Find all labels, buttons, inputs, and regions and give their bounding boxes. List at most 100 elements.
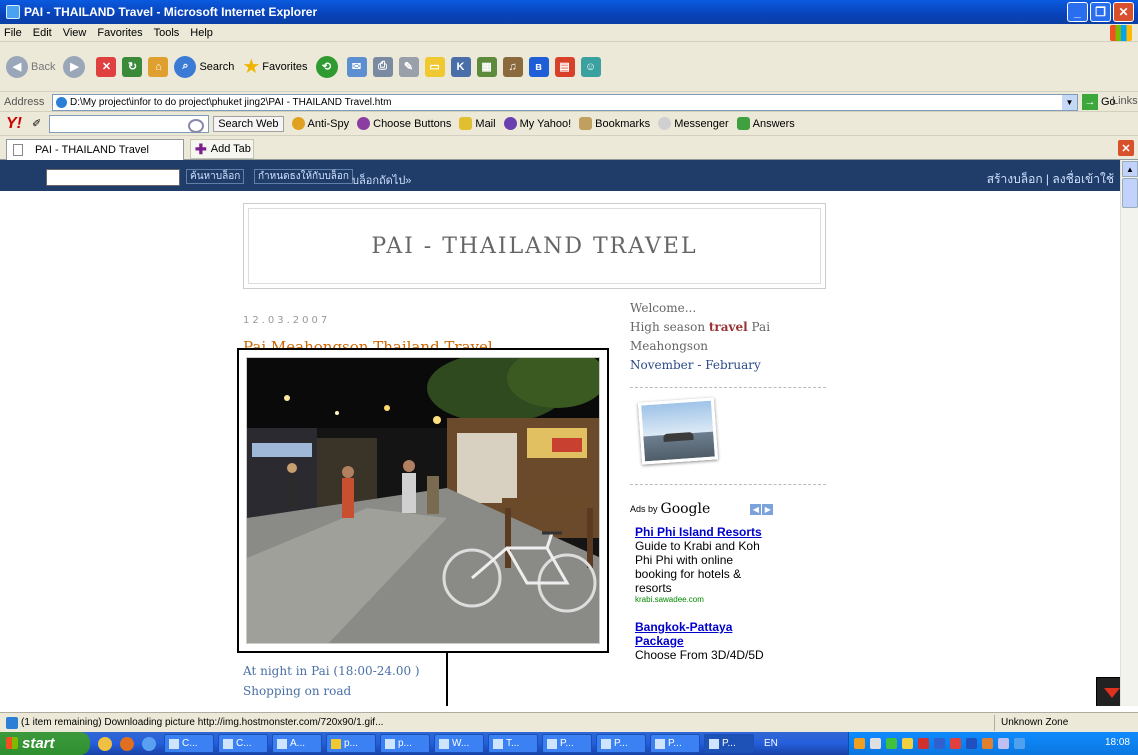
tool-icon[interactable]: ▤ xyxy=(554,56,575,77)
taskbar-item[interactable]: C... xyxy=(218,734,268,753)
menu-favorites[interactable]: Favorites xyxy=(97,27,142,39)
sidebar-thumbnail-image[interactable] xyxy=(637,397,719,465)
antispy-button[interactable]: Anti-Spy xyxy=(291,117,349,130)
ad-url[interactable]: krabi.sawadee.com xyxy=(635,595,765,604)
taskbar-item-active[interactable]: P... xyxy=(704,734,754,753)
firefox-icon[interactable] xyxy=(120,736,134,751)
taskbar-item[interactable]: p... xyxy=(380,734,430,753)
my-yahoo-button[interactable]: My Yahoo! xyxy=(503,117,571,130)
bluetooth-icon[interactable]: ʙ xyxy=(528,56,549,77)
post-photo[interactable] xyxy=(246,357,600,644)
choose-buttons-button[interactable]: Choose Buttons xyxy=(357,117,451,130)
go-arrow-icon: → xyxy=(1082,94,1098,110)
tray-icon[interactable] xyxy=(918,738,929,749)
scroll-up-icon[interactable]: ▲ xyxy=(1122,161,1138,177)
answers-button[interactable]: Answers xyxy=(736,117,795,130)
yahoo-logo-icon[interactable]: Y! xyxy=(6,115,22,133)
blog-title[interactable]: PAI - THAILAND TRAVEL xyxy=(371,234,697,259)
minimize-button[interactable]: _ xyxy=(1067,2,1088,22)
tray-icon[interactable] xyxy=(998,738,1009,749)
language-indicator[interactable]: EN xyxy=(764,738,778,749)
history-icon[interactable]: ⟲ xyxy=(315,55,338,78)
antispy-icon xyxy=(291,117,305,130)
favorites-button[interactable]: ★ Favorites xyxy=(242,54,307,79)
go-button[interactable]: → Go xyxy=(1082,94,1116,110)
links-button[interactable]: Links xyxy=(1112,95,1138,107)
refresh-icon[interactable]: ↻ xyxy=(122,56,143,77)
taskbar-item[interactable]: C... xyxy=(164,734,214,753)
tray-icon[interactable] xyxy=(854,738,865,749)
search-button[interactable]: ⌕ Search xyxy=(174,55,234,78)
messenger-icon[interactable]: K xyxy=(450,56,471,77)
add-tab-label: Add Tab xyxy=(210,143,251,155)
task-label: P... xyxy=(614,738,628,749)
home-icon[interactable]: ⌂ xyxy=(148,56,169,77)
next-blog-link[interactable]: บล็อกถัดไป» xyxy=(352,171,411,189)
tray-icon[interactable] xyxy=(870,738,881,749)
scroll-thumb[interactable] xyxy=(1122,178,1138,208)
google-logo[interactable]: Google xyxy=(661,501,711,517)
print-icon[interactable]: ⎙ xyxy=(372,56,393,77)
menu-view[interactable]: View xyxy=(63,27,87,39)
stop-icon[interactable]: ✕ xyxy=(96,56,117,77)
tray-icon[interactable] xyxy=(902,738,913,749)
blog-header-inner: PAI - THAILAND TRAVEL xyxy=(248,208,821,284)
taskbar-item[interactable]: P... xyxy=(542,734,592,753)
bookmarks-button[interactable]: Bookmarks xyxy=(579,117,650,130)
tray-icon[interactable] xyxy=(950,738,961,749)
tray-icon[interactable] xyxy=(886,738,897,749)
menu-file[interactable]: File xyxy=(4,27,22,39)
close-tab-icon[interactable]: ✕ xyxy=(1118,140,1134,156)
ad-item: Bangkok-Pattaya Package Choose From 3D/4… xyxy=(635,620,765,662)
messenger-button[interactable]: Messenger xyxy=(658,117,729,130)
window-title-bar[interactable]: PAI - THAILAND Travel - Microsoft Intern… xyxy=(0,0,1138,24)
address-input[interactable]: D:\My project\infor to do project\phuket… xyxy=(52,94,1078,111)
pencil-icon[interactable]: ✐ xyxy=(32,117,41,130)
search-web-button[interactable]: Search Web xyxy=(213,115,284,132)
ad-title[interactable]: Bangkok-Pattaya Package xyxy=(635,620,765,648)
scroll-down-arrow-icon[interactable] xyxy=(1096,677,1120,706)
mail-icon[interactable]: ✉ xyxy=(346,56,367,77)
search-blog-button[interactable]: ค้นหาบล็อก xyxy=(186,169,245,184)
media-icon[interactable]: ♫ xyxy=(502,56,523,77)
tray-icon[interactable] xyxy=(1014,738,1025,749)
clock[interactable]: 18:08 xyxy=(1105,737,1130,748)
blog-search-input[interactable] xyxy=(46,169,180,186)
tab-pai-thailand-travel[interactable]: PAI - THAILAND Travel xyxy=(6,139,184,160)
taskbar-item[interactable]: W... xyxy=(434,734,484,753)
ad-next-icon[interactable]: ▶ xyxy=(762,503,774,515)
ie-quicklaunch-icon[interactable] xyxy=(142,736,156,751)
flag-blog-button[interactable]: กำหนดธงให้กับบล็อก xyxy=(254,169,353,184)
close-button[interactable]: ✕ xyxy=(1113,2,1134,22)
add-tab-button[interactable]: ✚ Add Tab xyxy=(190,139,254,159)
mail-button[interactable]: Mail xyxy=(459,117,496,130)
taskbar-item[interactable]: P... xyxy=(596,734,646,753)
vertical-scrollbar[interactable]: ▲ xyxy=(1120,160,1138,706)
folder-icon[interactable]: ▭ xyxy=(424,56,445,77)
ad-prev-icon[interactable]: ◀ xyxy=(750,503,762,515)
yahoo-search-input[interactable] xyxy=(49,114,210,133)
research-icon[interactable]: ▦ xyxy=(476,56,497,77)
taskbar-item[interactable]: T... xyxy=(488,734,538,753)
menu-tools[interactable]: Tools xyxy=(154,27,180,39)
address-dropdown-icon[interactable]: ▼ xyxy=(1062,95,1077,110)
back-button[interactable]: ◀ Back xyxy=(6,55,55,78)
taskbar-item[interactable]: A... xyxy=(272,734,322,753)
forward-button[interactable]: ▶ xyxy=(63,55,88,78)
tray-icon[interactable] xyxy=(966,738,977,749)
taskbar-item[interactable]: P... xyxy=(650,734,700,753)
people-icon[interactable]: ☺ xyxy=(580,56,601,77)
start-button[interactable]: start xyxy=(0,732,90,755)
edit-icon[interactable]: ✎ xyxy=(398,56,419,77)
menu-edit[interactable]: Edit xyxy=(33,27,52,39)
ad-title[interactable]: Phi Phi Island Resorts xyxy=(635,525,765,539)
tray-icon[interactable] xyxy=(934,738,945,749)
photo-caption-shopping: Shopping on road xyxy=(243,684,352,698)
maximize-button[interactable]: ❐ xyxy=(1090,2,1111,22)
tray-icon[interactable] xyxy=(982,738,993,749)
menu-help[interactable]: Help xyxy=(190,27,213,39)
create-signin-links[interactable]: สร้างบล็อก | ลงชื่อเข้าใช้ xyxy=(987,170,1114,189)
address-bar: Address D:\My project\infor to do projec… xyxy=(0,92,1138,112)
quicklaunch-icon[interactable] xyxy=(98,736,112,751)
taskbar-item[interactable]: p... xyxy=(326,734,376,753)
